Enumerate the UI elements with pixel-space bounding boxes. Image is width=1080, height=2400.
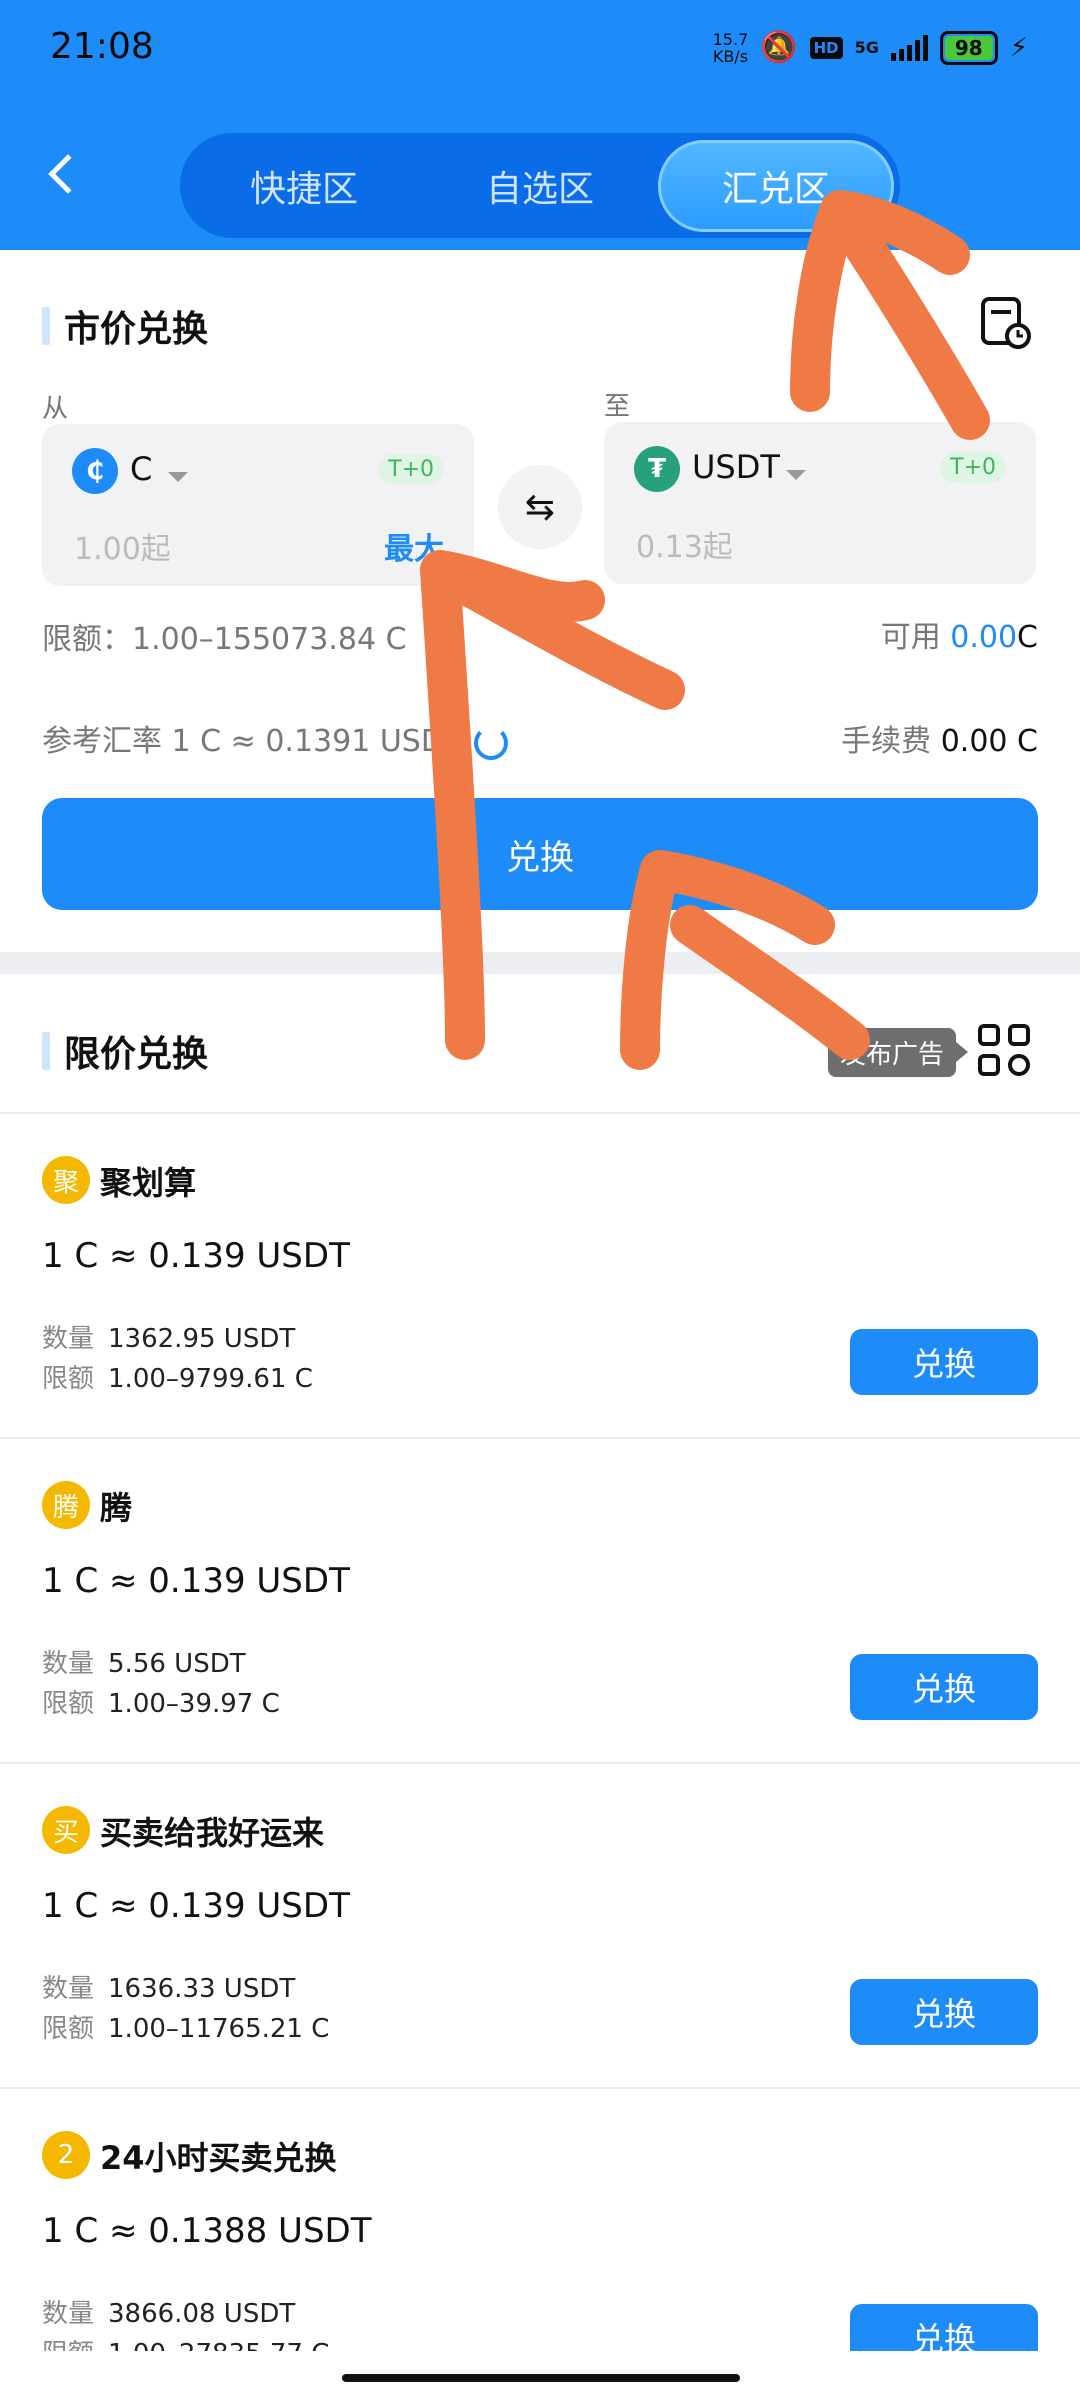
tab-quick[interactable]: 快捷区 — [186, 140, 422, 232]
max-button[interactable]: 最大 — [384, 524, 444, 568]
header: 21:08 15.7 KB/s 🔕 HD 5G 98 ⚡ 快捷区 自选区 汇兑区 — [0, 0, 1080, 250]
merchant-name: 腾 — [100, 1489, 133, 1527]
exchange-button[interactable]: 兑换 — [850, 1979, 1038, 2045]
merchant-badge: 聚 — [42, 1156, 90, 1204]
merchant-name: 买卖给我好运来 — [100, 1814, 325, 1852]
coin-c-icon: ₵ — [72, 448, 118, 494]
section-divider — [0, 952, 1080, 974]
limit-range: 限额：1.00–155073.84 C — [42, 622, 407, 657]
tab-exchange[interactable]: 汇兑区 — [658, 139, 894, 232]
settlement-tag: T+0 — [378, 454, 444, 485]
from-box: ₵ C T+0 1.00起 最大 — [42, 424, 474, 586]
rate: 1 C ≈ 0.1388 USDT — [42, 2211, 372, 2251]
reference-rate: 参考汇率 1 C ≈ 0.1391 USDT — [42, 716, 509, 760]
merchant-badge: 2 — [42, 2131, 90, 2179]
network-label: 5G — [854, 38, 879, 57]
grid-icon[interactable] — [978, 1024, 1030, 1076]
list-item: 2 24小时买卖兑换 1 C ≈ 0.1388 USDT 数量 3866.08 U… — [0, 2089, 1080, 2351]
from-label: 从 — [42, 394, 69, 424]
mute-icon: 🔕 — [760, 30, 798, 65]
exchange-button[interactable]: 兑换 — [850, 1654, 1038, 1720]
rate: 1 C ≈ 0.139 USDT — [42, 1236, 350, 1276]
to-amount-input[interactable]: 0.13起 — [636, 522, 733, 566]
rate: 1 C ≈ 0.139 USDT — [42, 1561, 350, 1601]
available-balance: 可用 0.00C — [880, 620, 1038, 655]
to-label: 至 — [604, 392, 631, 422]
quantity: 数量 1362.95 USDT — [42, 1324, 296, 1354]
refresh-icon[interactable] — [474, 725, 509, 760]
limit: 限额1.00–27835.77 C — [42, 2333, 329, 2351]
quantity: 数量 3866.08 USDT — [42, 2299, 296, 2329]
to-box: ₮ USDT T+0 0.13起 — [604, 422, 1036, 584]
list-item: 聚 聚划算 1 C ≈ 0.139 USDT 数量 1362.95 USDT 限额… — [0, 1114, 1080, 1438]
market-exchange-title: 市价兑换 — [42, 300, 208, 352]
chevron-down-icon[interactable] — [786, 470, 806, 480]
status-time: 21:08 — [50, 26, 154, 67]
merchant-badge: 买 — [42, 1806, 90, 1854]
quantity: 数量 1636.33 USDT — [42, 1974, 296, 2004]
signal-icon — [890, 34, 928, 61]
publish-ad-tooltip[interactable]: 发布广告 — [828, 1028, 969, 1077]
swap-icon[interactable]: ⇆ — [498, 465, 582, 549]
chevron-down-icon[interactable] — [168, 472, 188, 482]
tab-favorites[interactable]: 自选区 — [422, 140, 658, 232]
limit: 限额 1.00–11765.21 C — [42, 2014, 330, 2044]
coin-usdt-icon: ₮ — [634, 446, 680, 492]
to-coin-select[interactable]: USDT — [692, 448, 780, 486]
status-icons: 15.7 KB/s 🔕 HD 5G 98 ⚡ — [713, 30, 1028, 65]
from-amount-input[interactable]: 1.00起 — [74, 524, 171, 568]
history-icon[interactable] — [980, 296, 1032, 350]
merchant-name: 聚划算 — [100, 1164, 197, 1202]
exchange-button[interactable]: 兑换 — [850, 1329, 1038, 1395]
limit-exchange-title: 限价兑换 — [42, 1025, 208, 1077]
from-coin-select[interactable]: C — [130, 450, 152, 488]
back-icon[interactable] — [48, 154, 88, 194]
merchant-badge: 腾 — [42, 1481, 90, 1529]
tab-bar: 快捷区 自选区 汇兑区 — [180, 133, 900, 238]
hd-icon: HD — [809, 36, 843, 59]
net-speed: 15.7 KB/s — [712, 29, 749, 66]
list-item: 腾 腾 1 C ≈ 0.139 USDT 数量 5.56 USDT 限额 1.00–… — [0, 1439, 1080, 1763]
charging-icon: ⚡ — [1009, 32, 1028, 63]
battery-icon: 98 — [939, 30, 998, 65]
status-bar: 21:08 15.7 KB/s 🔕 HD 5G 98 ⚡ — [0, 0, 1080, 100]
exchange-button[interactable]: 兑换 — [850, 2304, 1038, 2351]
limit: 限额 1.00–39.97 C — [42, 1689, 280, 1719]
home-indicator — [342, 2374, 740, 2382]
settlement-tag: T+0 — [940, 452, 1006, 483]
limit: 限额 1.00–9799.61 C — [42, 1364, 313, 1394]
list-item: 买 买卖给我好运来 1 C ≈ 0.139 USDT 数量 1636.33 USD… — [0, 1764, 1080, 2088]
rate: 1 C ≈ 0.139 USDT — [42, 1886, 350, 1926]
quantity: 数量 5.56 USDT — [42, 1649, 246, 1679]
fee: 手续费 0.00 C — [841, 724, 1038, 759]
merchant-name: 24小时买卖兑换 — [100, 2139, 337, 2177]
exchange-button[interactable]: 兑换 — [42, 798, 1038, 910]
